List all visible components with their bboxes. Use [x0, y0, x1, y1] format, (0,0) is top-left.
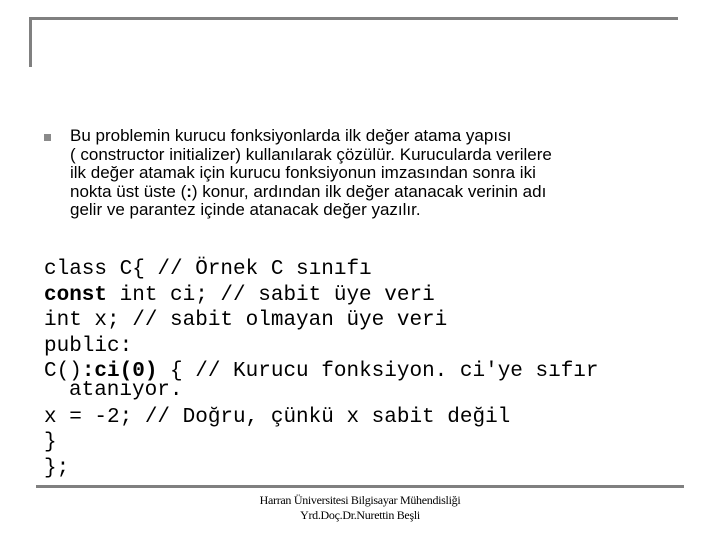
- bullet-line: Bu problemin kurucu fonksiyonlarda ilk d…: [70, 126, 512, 145]
- bullet-paragraph: Bu problemin kurucu fonksiyonlarda ilk d…: [70, 126, 690, 220]
- title-frame-left-line: [29, 17, 32, 67]
- code-keyword: const: [44, 283, 108, 307]
- code-line: x = -2; // Doğru, çünkü x sabit değil: [44, 405, 511, 429]
- footer-divider: [36, 485, 684, 488]
- square-bullet-icon: [44, 134, 51, 141]
- code-line: public:: [44, 334, 133, 358]
- bullet-line: ( constructor initializer) kullanılarak …: [70, 144, 552, 164]
- footer: Harran Üniversitesi Bilgisayar Mühendisl…: [0, 493, 720, 523]
- footer-institution: Harran Üniversitesi Bilgisayar Mühendisl…: [259, 493, 461, 507]
- code-line: int x; // sabit olmayan üye veri: [44, 309, 448, 332]
- bullet-line: gelir ve parantez içinde atanacak değer …: [70, 200, 421, 219]
- bullet-line: ilk değer atamak için kurucu fonksiyonun…: [70, 163, 536, 182]
- footer-author: Yrd.Doç.Dr.Nurettin Beşli: [300, 508, 420, 522]
- code-text: int ci; // sabit üye veri: [107, 283, 435, 307]
- code-block: class C{ // Örnek C sınıfı const int ci;…: [44, 257, 599, 481]
- code-line: class C{ // Örnek C sınıfı: [44, 258, 372, 281]
- title-frame-top-line: [29, 17, 678, 20]
- bullet-text-segment: ) konur, ardından ilk değer atanacak ver…: [191, 181, 547, 201]
- bullet-line: nokta üst üste (:) konur, ardından ilk d…: [70, 181, 690, 202]
- code-text: { // Kurucu fonksiyon. ci'ye sıfır: [157, 360, 599, 383]
- code-line: };: [44, 456, 70, 480]
- code-line: const int ci; // sabit üye veri: [44, 283, 599, 309]
- code-line: }: [44, 431, 57, 454]
- bullet-text-segment: nokta üst üste (: [70, 181, 187, 201]
